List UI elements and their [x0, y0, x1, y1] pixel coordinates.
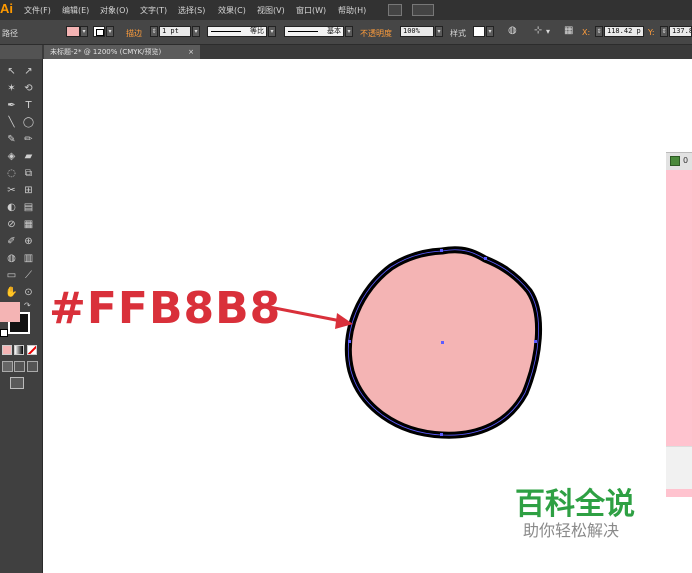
reference-point-icon[interactable]: ▦: [564, 25, 573, 36]
menu-file[interactable]: 文件(F): [24, 5, 51, 16]
menu-object[interactable]: 对象(O): [100, 5, 129, 16]
hex-color-label: #FFB8B8: [49, 283, 282, 334]
control-bar: 路径 ▾ ▾ 描边 ⇕ 1 pt ▾ 等比 ▾ 基本 ▾ 不透明度 100% ▾…: [0, 20, 692, 45]
close-icon[interactable]: ×: [188, 45, 194, 59]
pencil-tool-icon[interactable]: ✏: [21, 133, 36, 147]
arrange-documents-button[interactable]: [412, 4, 434, 16]
x-position-field[interactable]: 118.42 p: [604, 26, 644, 37]
anchor-point-left[interactable]: [348, 340, 351, 343]
stroke-color-swatch[interactable]: [93, 26, 105, 37]
anchor-point-top[interactable]: [440, 249, 443, 252]
x-label: X:: [582, 28, 591, 37]
free-transform-tool-icon[interactable]: ⊞: [21, 184, 36, 198]
y-label: Y:: [648, 28, 655, 37]
line-tool-icon[interactable]: ╲: [4, 116, 19, 130]
menu-effect[interactable]: 效果(C): [218, 5, 246, 16]
draw-behind-icon[interactable]: [14, 361, 25, 372]
anchor-point-bottom[interactable]: [440, 433, 443, 436]
lasso-tool-icon[interactable]: ⟲: [21, 82, 36, 96]
document-tab-title: 未标题-2* @ 1200% (CMYK/预览): [50, 48, 162, 56]
fill-swatch[interactable]: [0, 302, 20, 322]
paintbrush-tool-icon[interactable]: ✎: [4, 133, 19, 147]
floating-panel-footer: [666, 446, 692, 489]
column-graph-tool-icon[interactable]: ▥: [21, 252, 36, 266]
eyedropper-tool-icon[interactable]: ✐: [4, 235, 19, 249]
stroke-label[interactable]: 描边: [126, 28, 142, 39]
artboard-canvas[interactable]: #FFB8B8 0 百科全说 助你轻松解决: [43, 59, 692, 573]
style-swatch[interactable]: [473, 26, 485, 37]
none-mode-icon[interactable]: [27, 345, 37, 355]
stroke-weight-stepper-icon[interactable]: ⇕: [150, 26, 158, 37]
app-logo: Ai: [0, 1, 13, 16]
y-position-field[interactable]: 137.8: [669, 26, 692, 37]
floating-panel-header[interactable]: 0: [666, 152, 692, 170]
artboard-tool-icon[interactable]: ▭: [4, 269, 19, 283]
watermark-subtitle: 助你轻松解决: [523, 521, 620, 540]
menu-window[interactable]: 窗口(W): [296, 5, 326, 16]
draw-inside-icon[interactable]: [27, 361, 38, 372]
align-icon[interactable]: ⊹: [534, 25, 542, 36]
style-label: 样式: [450, 29, 466, 38]
y-stepper-icon[interactable]: ⇕: [660, 26, 668, 37]
mesh-tool-icon[interactable]: ⊘: [4, 218, 19, 232]
scale-tool-icon[interactable]: ⧉: [21, 167, 36, 181]
brush-dropdown-icon[interactable]: ▾: [345, 26, 353, 37]
anchor-point-top-right[interactable]: [484, 257, 487, 260]
menu-edit[interactable]: 编辑(E): [62, 5, 89, 16]
center-point: [441, 341, 444, 344]
default-colors-icon[interactable]: [0, 329, 8, 337]
recolor-artwork-icon[interactable]: ◍: [508, 25, 517, 36]
fill-color-swatch[interactable]: [66, 26, 80, 37]
document-tab[interactable]: 未标题-2* @ 1200% (CMYK/预览) ×: [44, 45, 200, 59]
menu-view[interactable]: 视图(V): [257, 5, 285, 16]
anchor-point-right[interactable]: [534, 340, 537, 343]
bridge-button[interactable]: [388, 4, 402, 16]
stroke-weight-field[interactable]: 1 pt: [159, 26, 191, 37]
ellipse-tool-icon[interactable]: ◯: [21, 116, 36, 130]
brush-definition[interactable]: 基本: [284, 26, 344, 37]
fill-dropdown-icon[interactable]: ▾: [80, 26, 88, 37]
zoom-tool-icon[interactable]: ⊙: [21, 286, 36, 300]
x-stepper-icon[interactable]: ⇕: [595, 26, 603, 37]
direct-selection-tool-icon[interactable]: ↗: [21, 65, 36, 79]
selection-tool-icon[interactable]: ↖: [4, 65, 19, 79]
panel-app-icon: [670, 156, 680, 166]
slice-tool-icon[interactable]: ⟋: [21, 269, 36, 283]
blend-tool-icon[interactable]: ⊕: [21, 235, 36, 249]
opacity-field[interactable]: 100%: [400, 26, 434, 37]
magic-wand-tool-icon[interactable]: ✶: [4, 82, 19, 96]
style-dropdown-icon[interactable]: ▾: [486, 26, 494, 37]
gradient-mode-icon[interactable]: [14, 345, 24, 355]
color-mode-icon[interactable]: [2, 345, 12, 355]
width-tool-icon[interactable]: ✂: [4, 184, 19, 198]
panel-number: 0: [683, 156, 689, 165]
opacity-dropdown-icon[interactable]: ▾: [435, 26, 443, 37]
menu-type[interactable]: 文字(T): [140, 5, 167, 16]
draw-normal-icon[interactable]: [2, 361, 13, 372]
opacity-label[interactable]: 不透明度: [360, 28, 392, 39]
gradient-tool-icon[interactable]: ▦: [21, 218, 36, 232]
swap-fill-stroke-icon[interactable]: ↷: [24, 301, 34, 311]
menu-select[interactable]: 选择(S): [178, 5, 205, 16]
perspective-grid-tool-icon[interactable]: ▤: [21, 201, 36, 215]
align-dropdown-icon[interactable]: ▾: [546, 27, 550, 36]
tools-panel: ↖ ↗ ✶ ⟲ ✒ T ╲ ◯ ✎ ✏ ◈ ▰ ◌ ⧉ ✂ ⊞ ◐ ▤ ⊘ ▦ …: [0, 59, 43, 573]
rotate-tool-icon[interactable]: ◌: [4, 167, 19, 181]
type-tool-icon[interactable]: T: [21, 99, 36, 113]
stroke-dropdown-icon[interactable]: ▾: [106, 26, 114, 37]
eraser-tool-icon[interactable]: ▰: [21, 150, 36, 164]
shape-builder-tool-icon[interactable]: ◐: [4, 201, 19, 215]
pen-tool-icon[interactable]: ✒: [4, 99, 19, 113]
menu-bar: Ai 文件(F) 编辑(E) 对象(O) 文字(T) 选择(S) 效果(C) 视…: [0, 0, 692, 20]
variable-width-profile[interactable]: 等比: [207, 26, 267, 37]
screen-mode-icon[interactable]: [10, 377, 24, 389]
hand-tool-icon[interactable]: ✋: [4, 286, 19, 300]
document-tab-bar: 未标题-2* @ 1200% (CMYK/预览) ×: [42, 45, 692, 59]
blob-brush-tool-icon[interactable]: ◈: [4, 150, 19, 164]
object-type-label: 路径: [2, 29, 18, 38]
stroke-weight-dropdown-icon[interactable]: ▾: [192, 26, 200, 37]
menu-help[interactable]: 帮助(H): [338, 5, 366, 16]
profile-dropdown-icon[interactable]: ▾: [268, 26, 276, 37]
symbol-sprayer-tool-icon[interactable]: ◍: [4, 252, 19, 266]
